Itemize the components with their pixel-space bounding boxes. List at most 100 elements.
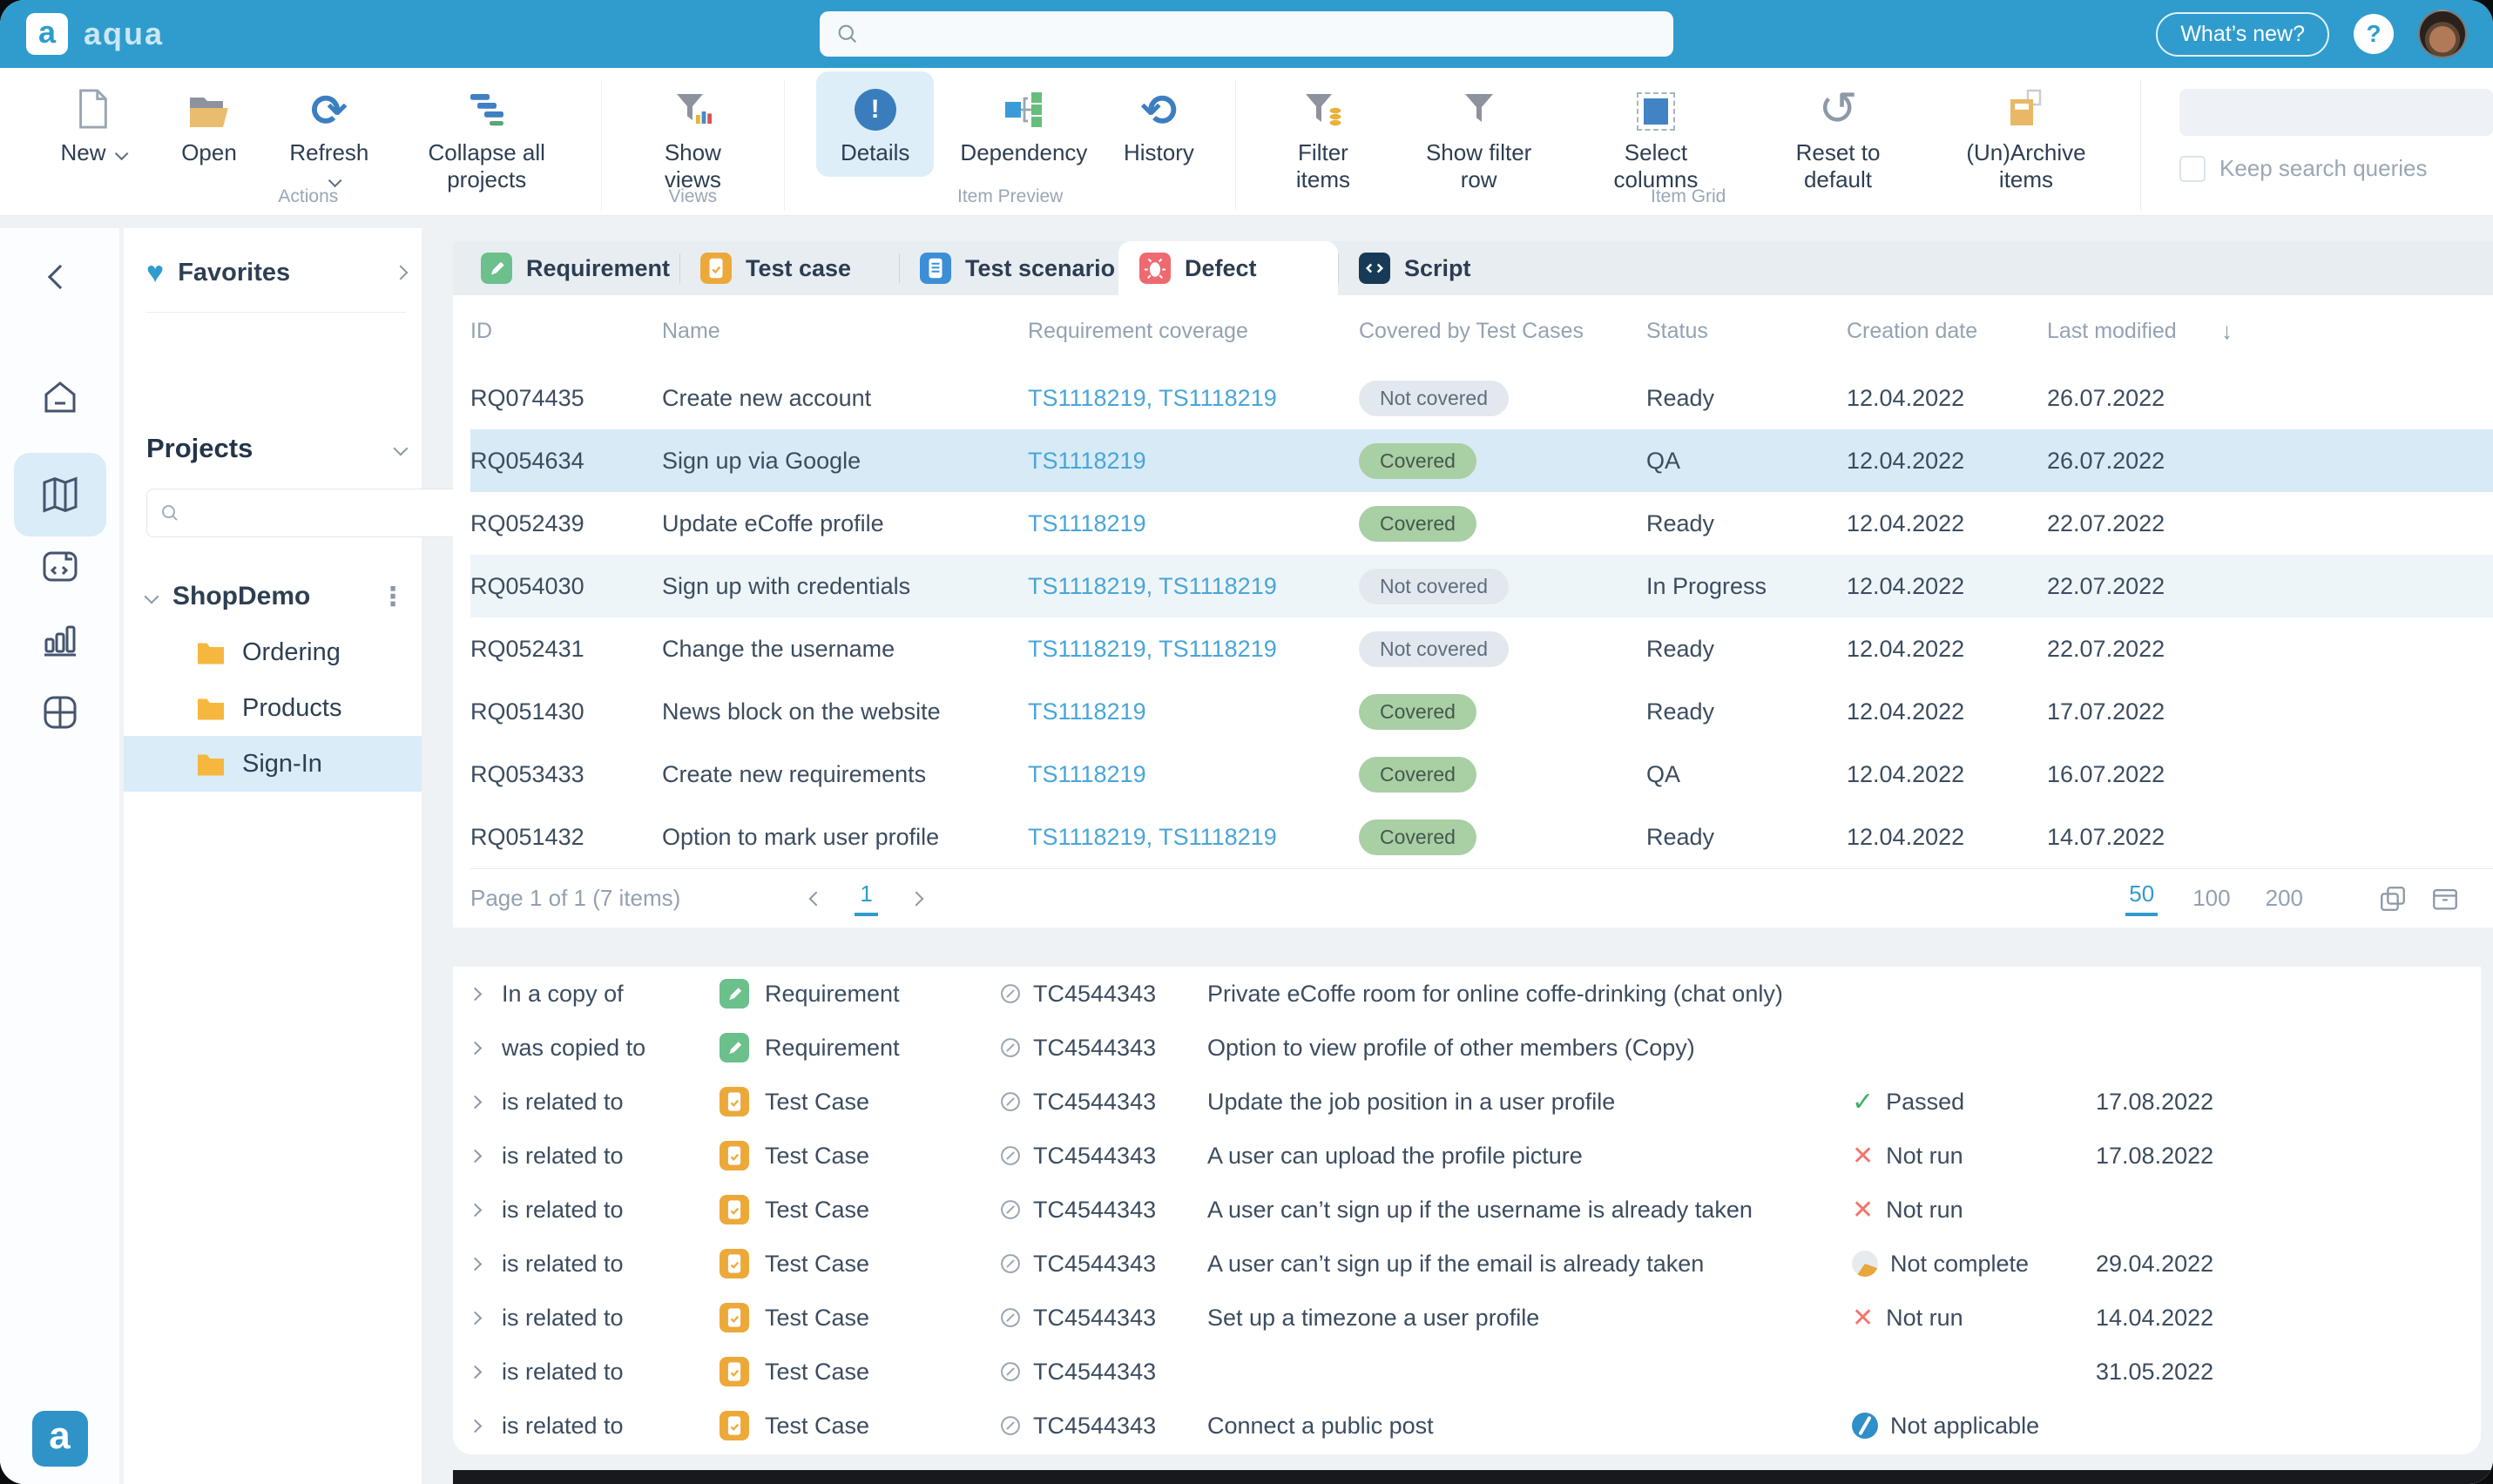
linked-item-id[interactable]: TC4544343 xyxy=(1033,1089,1156,1116)
filter-items-button[interactable]: Filter items xyxy=(1267,84,1378,193)
global-search[interactable] xyxy=(820,11,1673,57)
next-page-icon[interactable] xyxy=(909,891,923,906)
page-number[interactable]: 1 xyxy=(855,880,877,916)
linked-item-id[interactable]: TC4544343 xyxy=(1033,1305,1156,1332)
ribbon-search-input[interactable] xyxy=(2206,100,2486,125)
copy-icon[interactable] xyxy=(2378,884,2408,914)
table-row[interactable]: RQ074435Create new account TS1118219, TS… xyxy=(470,367,2493,429)
page-size-50[interactable]: 50 xyxy=(2125,880,2158,916)
relation-row[interactable]: is related to Test Case TC4544343 31.05.… xyxy=(470,1345,2481,1399)
sort-desc-icon[interactable]: ↓ xyxy=(2221,318,2273,345)
chevron-down-icon[interactable] xyxy=(145,590,159,604)
reset-to-default-button[interactable]: ↺ Reset to default xyxy=(1759,84,1917,193)
home-icon[interactable] xyxy=(39,376,81,418)
global-search-input[interactable] xyxy=(870,21,1658,48)
ribbon-search[interactable] xyxy=(2179,89,2493,136)
coverage-links[interactable]: TS1118219 xyxy=(1028,448,1359,475)
collapse-sidebar-icon[interactable] xyxy=(47,265,71,289)
coverage-links[interactable]: TS1118219 xyxy=(1028,510,1359,537)
expand-icon[interactable] xyxy=(469,1149,483,1163)
refresh-button[interactable]: ⟳ Refresh xyxy=(280,84,378,193)
select-columns-button[interactable]: Select columns xyxy=(1579,84,1733,193)
whats-new-button[interactable]: What’s new? xyxy=(2156,12,2329,57)
open-button[interactable]: Open xyxy=(164,84,254,166)
prev-page-icon[interactable] xyxy=(809,891,824,906)
tab-test-case[interactable]: Test case xyxy=(679,241,899,295)
column-header-status[interactable]: Status xyxy=(1646,319,1847,344)
coverage-links[interactable]: TS1118219, TS1118219 xyxy=(1028,824,1359,851)
tab-defect-active[interactable]: Defect xyxy=(1118,241,1338,295)
expand-icon[interactable] xyxy=(469,1311,483,1325)
help-button[interactable]: ? xyxy=(2354,14,2394,54)
column-header-creation-date[interactable]: Creation date xyxy=(1847,319,2047,344)
tab-script[interactable]: Script xyxy=(1338,241,1557,295)
show-filter-row-button[interactable]: Show filter row xyxy=(1404,84,1552,193)
table-row[interactable]: RQ052439Update eCoffe profile TS1118219 … xyxy=(470,492,2493,555)
column-header-covered[interactable]: Covered by Test Cases xyxy=(1359,319,1646,344)
coverage-links[interactable]: TS1118219 xyxy=(1028,761,1359,788)
coverage-links[interactable]: TS1118219, TS1118219 xyxy=(1028,573,1359,600)
tree-item-shopdemo[interactable]: ShopDemo ⋮ xyxy=(124,569,422,624)
dependency-button[interactable]: Dependency xyxy=(960,84,1087,166)
table-row[interactable]: RQ053433Create new requirements TS111821… xyxy=(470,743,2493,806)
linked-item-id[interactable]: TC4544343 xyxy=(1033,1197,1156,1224)
details-button[interactable]: ! Details xyxy=(816,71,934,177)
tree-item-products[interactable]: Products xyxy=(124,680,422,736)
column-header-name[interactable]: Name xyxy=(662,319,1028,344)
keep-search-queries-checkbox[interactable] xyxy=(2179,156,2206,182)
linked-item-id[interactable]: TC4544343 xyxy=(1033,1035,1156,1062)
relation-row[interactable]: is related to Test Case TC4544343 Set up… xyxy=(470,1291,2481,1345)
expand-icon[interactable] xyxy=(469,1365,483,1379)
favorites-header[interactable]: ♥ Favorites xyxy=(146,258,406,287)
coverage-links[interactable]: TS1118219 xyxy=(1028,698,1359,725)
expand-icon[interactable] xyxy=(469,1041,483,1055)
history-button[interactable]: ⟲ History xyxy=(1113,84,1204,166)
linked-item-id[interactable]: TC4544343 xyxy=(1033,1143,1156,1170)
page-size-100[interactable]: 100 xyxy=(2192,885,2230,912)
projects-header[interactable]: Projects xyxy=(146,433,406,464)
table-row-selected[interactable]: RQ054634Sign up via Google TS1118219 Cov… xyxy=(470,429,2493,492)
tab-test-scenario[interactable]: Test scenario xyxy=(899,241,1118,295)
expand-icon[interactable] xyxy=(469,1257,483,1271)
chevron-down-icon[interactable] xyxy=(394,442,409,456)
show-views-button[interactable]: Show views xyxy=(633,84,753,193)
relation-row[interactable]: is related to Test Case TC4544343 Update… xyxy=(470,1075,2481,1129)
bar-chart-icon[interactable] xyxy=(39,618,81,660)
linked-item-id[interactable]: TC4544343 xyxy=(1033,981,1156,1008)
table-row[interactable]: RQ054030Sign up with credentials TS11182… xyxy=(470,555,2493,617)
coverage-links[interactable]: TS1118219, TS1118219 xyxy=(1028,636,1359,663)
archive-box-icon[interactable] xyxy=(2430,884,2460,914)
table-row[interactable]: RQ051430News block on the website TS1118… xyxy=(470,680,2493,743)
collapse-all-projects-button[interactable]: Collapse all projects xyxy=(404,84,570,193)
new-button[interactable]: New xyxy=(47,84,138,166)
coverage-links[interactable]: TS1118219, TS1118219 xyxy=(1028,385,1359,412)
tree-item-sign-in[interactable]: Sign-In xyxy=(124,736,422,792)
linked-item-id[interactable]: TC4544343 xyxy=(1033,1413,1156,1440)
code-clock-icon[interactable] xyxy=(39,545,81,587)
grid-icon[interactable] xyxy=(39,691,81,733)
map-nav-active[interactable] xyxy=(14,453,106,536)
avatar[interactable] xyxy=(2418,10,2467,58)
unarchive-items-button[interactable]: (Un)Archive items xyxy=(1943,84,2109,193)
kebab-menu-icon[interactable]: ⋮ xyxy=(380,582,406,612)
expand-icon[interactable] xyxy=(469,1095,483,1109)
relation-row[interactable]: is related to Test Case TC4544343 Connec… xyxy=(470,1399,2481,1453)
linked-item-id[interactable]: TC4544343 xyxy=(1033,1251,1156,1278)
relation-row[interactable]: is related to Test Case TC4544343 A user… xyxy=(470,1129,2481,1183)
page-size-200[interactable]: 200 xyxy=(2266,885,2303,912)
table-row[interactable]: RQ051432Option to mark user profile TS11… xyxy=(470,806,2493,868)
chevron-right-icon[interactable] xyxy=(394,266,409,280)
relation-row[interactable]: In a copy of Requirement TC4544343 Priva… xyxy=(470,967,2481,1021)
column-header-id[interactable]: ID xyxy=(470,319,662,344)
expand-icon[interactable] xyxy=(469,987,483,1001)
tab-requirement[interactable]: Requirement xyxy=(460,241,679,295)
table-row[interactable]: RQ052431Change the username TS1118219, T… xyxy=(470,617,2493,680)
expand-icon[interactable] xyxy=(469,1419,483,1433)
project-search-input[interactable] xyxy=(189,501,459,525)
linked-item-id[interactable]: TC4544343 xyxy=(1033,1359,1156,1386)
relation-row[interactable]: is related to Test Case TC4544343 A user… xyxy=(470,1183,2481,1237)
column-header-coverage[interactable]: Requirement coverage xyxy=(1028,319,1359,344)
relation-row[interactable]: is related to Test Case TC4544343 A user… xyxy=(470,1237,2481,1291)
column-header-last-modified[interactable]: Last modified xyxy=(2047,319,2221,344)
relation-row[interactable]: was copied to Requirement TC4544343 Opti… xyxy=(470,1021,2481,1075)
